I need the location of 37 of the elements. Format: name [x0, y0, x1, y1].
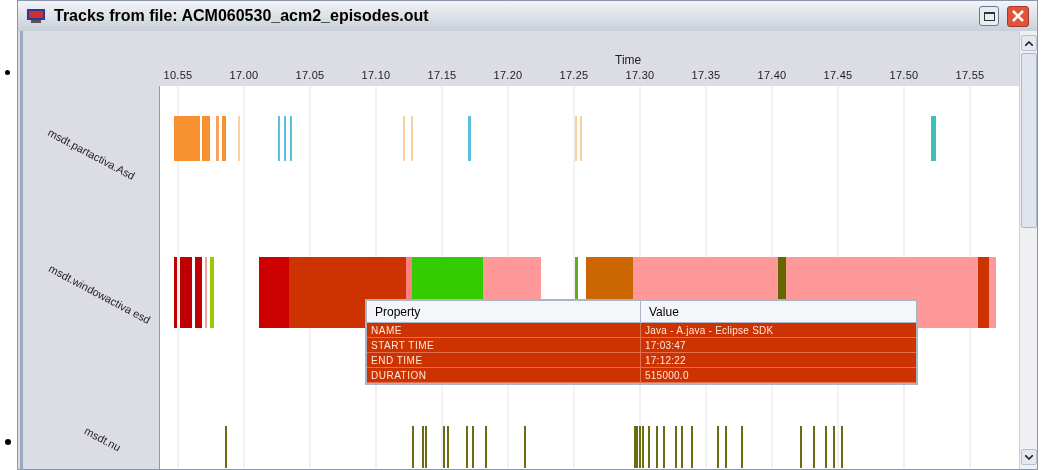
axis-tick-label: 17.30	[625, 68, 655, 83]
scroll-thumb[interactable]	[1020, 53, 1037, 228]
axis-tick-label: 17.55	[955, 68, 985, 83]
axis-tick-label: 17.35	[691, 68, 721, 83]
axis-tick-label: 17.10	[361, 68, 391, 83]
close-icon	[1012, 10, 1024, 22]
scroll-up-button[interactable]	[1020, 35, 1037, 51]
bullet-icon	[5, 439, 11, 445]
window-title: Tracks from file: ACM060530_acm2_episodes.out	[54, 6, 429, 26]
caret-down-icon	[1024, 454, 1033, 460]
monitor-icon	[26, 8, 46, 24]
axis-title: Time	[615, 52, 642, 69]
axis-tick-label: 17.50	[889, 68, 919, 83]
column-header: Value	[648, 304, 680, 321]
axis-tick-label: 17.45	[823, 68, 853, 83]
value-cell-text: 17:12:22	[644, 354, 687, 367]
axis-tick-label: 17.40	[757, 68, 787, 83]
axis-tick-label: 17.15	[427, 68, 457, 83]
maximize-button[interactable]	[979, 6, 999, 26]
column-header: Property	[367, 301, 641, 322]
scroll-down-button[interactable]	[1020, 449, 1037, 465]
caret-up-icon	[1024, 40, 1033, 46]
axis-tick-label: 17.05	[295, 68, 325, 83]
property-cell: END TIME	[367, 353, 641, 367]
bullet-icon	[5, 70, 10, 75]
vertical-scrollbar[interactable]	[1019, 31, 1037, 469]
axis-tick-label: 17.25	[559, 68, 589, 83]
axis-tick-label: 17.00	[229, 68, 259, 83]
close-button[interactable]	[1007, 5, 1029, 27]
value-cell-text: Java - A.java - Eclipse SDK	[644, 324, 775, 337]
property-cell: DURATION	[367, 368, 641, 382]
property-cell: START TIME	[367, 338, 641, 352]
axis-tick-label: 10.55	[163, 68, 193, 83]
property-cell: NAME	[367, 323, 641, 337]
value-cell-text: 515000.0	[644, 369, 690, 382]
axis-tick-label: 17.20	[493, 68, 523, 83]
value-cell-text: 17:03:47	[644, 339, 687, 352]
